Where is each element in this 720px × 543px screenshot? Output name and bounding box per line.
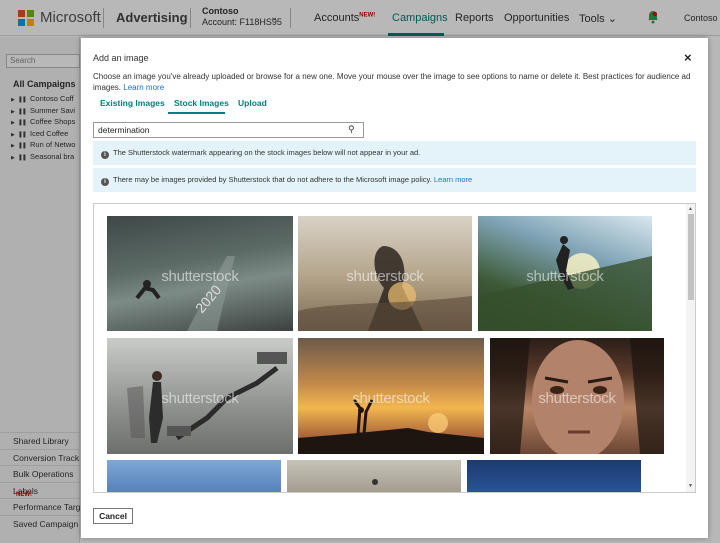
active-tab-indicator	[168, 112, 225, 114]
notice-policy: i There may be images provided by Shutter…	[93, 168, 696, 192]
stock-search-input[interactable]	[94, 123, 334, 137]
watermark: shutterstock	[526, 267, 604, 285]
stock-image[interactable]	[467, 460, 641, 492]
notice-watermark: i The Shutterstock watermark appearing on…	[93, 141, 696, 165]
stock-image-gallery: 2020 shutterstock shutterstock shutterst…	[93, 203, 696, 493]
policy-learn-more-link[interactable]: Learn more	[434, 175, 472, 184]
stock-image[interactable]	[287, 460, 461, 492]
dialog-description: Choose an image you've already uploaded …	[93, 72, 691, 92]
stock-image[interactable]: shutterstock	[298, 216, 472, 331]
stock-image[interactable]	[107, 460, 281, 492]
cancel-button[interactable]: Cancel	[93, 508, 133, 524]
scroll-up-icon[interactable]: ▲	[688, 206, 693, 212]
gallery-scrollbar[interactable]: ▲ ▼	[686, 204, 695, 492]
dialog-title: Add an image	[93, 53, 149, 63]
learn-more-link[interactable]: Learn more	[123, 83, 164, 92]
watermark: shutterstock	[346, 267, 424, 285]
stock-search-box: ⚲	[93, 122, 364, 138]
scroll-down-icon[interactable]: ▼	[688, 483, 693, 489]
tab-upload[interactable]: Upload	[238, 98, 267, 108]
watermark: shutterstock	[538, 390, 616, 408]
scrollbar-thumb[interactable]	[688, 214, 694, 300]
watermark: shutterstock	[352, 390, 430, 408]
tab-stock-images[interactable]: Stock Images	[174, 98, 229, 108]
stock-image[interactable]: shutterstock	[478, 216, 652, 331]
tab-existing-images[interactable]: Existing Images	[100, 98, 165, 108]
stock-image[interactable]: 2020 shutterstock	[107, 216, 293, 331]
close-icon[interactable]: ×	[684, 50, 692, 65]
info-icon: i	[101, 178, 109, 186]
stock-image[interactable]: shutterstock	[490, 338, 664, 454]
stock-image[interactable]: shutterstock	[107, 338, 293, 454]
info-icon: i	[101, 151, 109, 159]
stock-image[interactable]: shutterstock	[298, 338, 484, 454]
watermark: shutterstock	[161, 390, 239, 408]
add-image-dialog: Add an image × Choose an image you've al…	[81, 38, 708, 538]
watermark: shutterstock	[161, 267, 239, 285]
search-icon[interactable]: ⚲	[348, 124, 355, 135]
